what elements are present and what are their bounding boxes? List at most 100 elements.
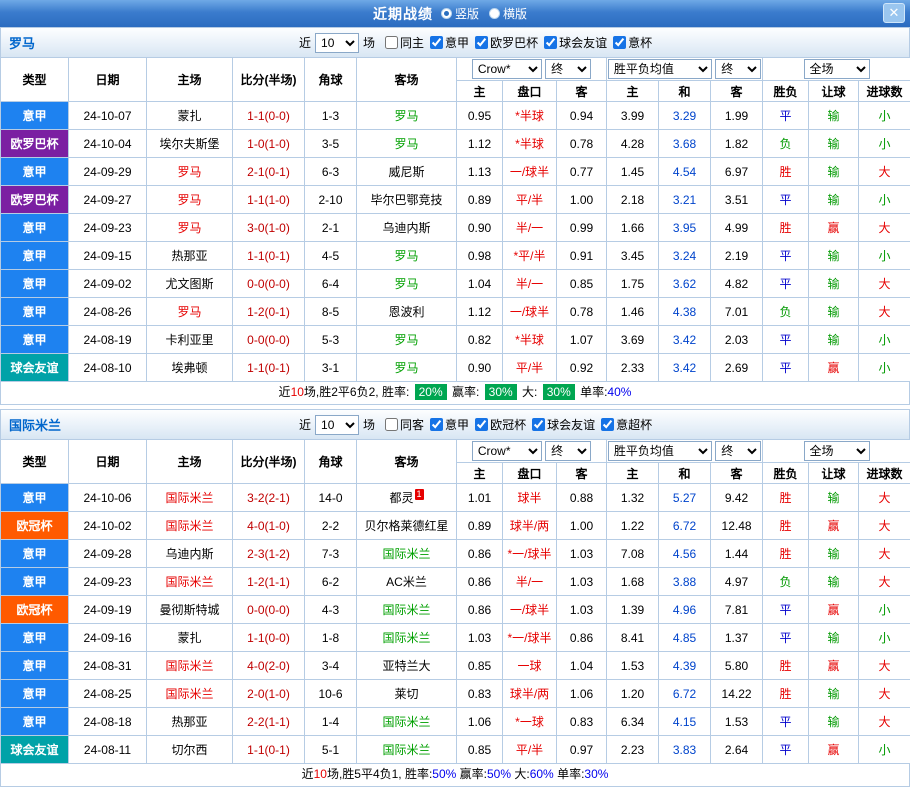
away-team: 威尼斯 <box>388 165 424 179</box>
handicap-result: 输 <box>809 242 859 270</box>
filter-checkbox-input[interactable] <box>475 418 488 431</box>
match-row[interactable]: 意甲 24-08-25 国际米兰 2-0(1-0) 10-6 莱切 0.83 球… <box>1 680 910 708</box>
filter-checkbox[interactable]: 同客 <box>385 416 424 433</box>
avg-source-select[interactable]: 胜平负均值 <box>608 59 712 79</box>
match-row[interactable]: 意甲 24-09-28 乌迪内斯 2-3(1-2) 7-3 国际米兰 0.86 … <box>1 540 910 568</box>
handicap-value: 半/一 <box>503 568 557 596</box>
filter-checkbox-input[interactable] <box>385 36 398 49</box>
avg-source-select[interactable]: 胜平负均值 <box>608 441 712 461</box>
filter-checkbox-input[interactable] <box>532 418 545 431</box>
filter-checkbox-input[interactable] <box>475 36 488 49</box>
radio-label-text: 竖版 <box>455 5 479 22</box>
odds-home-value: 0.82 <box>457 326 503 354</box>
recent-count-select[interactable]: 10 <box>315 33 359 53</box>
red-card-badge: 1 <box>415 489 424 500</box>
match-date: 24-08-10 <box>69 354 147 382</box>
match-row[interactable]: 意甲 24-09-02 尤文图斯 0-0(0-0) 6-4 罗马 1.04 半/… <box>1 270 910 298</box>
match-type-badge: 意甲 <box>1 680 69 708</box>
filter-checkbox-input[interactable] <box>544 36 557 49</box>
close-button[interactable]: ✕ <box>883 3 905 23</box>
radio-dot-icon[interactable] <box>489 8 500 19</box>
odds-group-header: Crow* 终 <box>457 440 607 463</box>
over-under-result: 大 <box>859 708 910 736</box>
match-row[interactable]: 意甲 24-10-06 国际米兰 3-2(2-1) 14-0 都灵1 1.01 … <box>1 484 910 512</box>
result-wdl: 平 <box>763 624 809 652</box>
handicap-value: *半球 <box>503 130 557 158</box>
match-row[interactable]: 欧罗巴杯 24-10-04 埃尔夫斯堡 1-0(1-0) 3-5 罗马 1.12… <box>1 130 910 158</box>
col-header-score: 比分(半场) <box>233 440 305 484</box>
match-row[interactable]: 球会友谊 24-08-11 切尔西 1-1(0-1) 5-1 国际米兰 0.85… <box>1 736 910 764</box>
over-under-result: 小 <box>859 354 910 382</box>
over-under-result: 小 <box>859 596 910 624</box>
match-row[interactable]: 欧罗巴杯 24-09-27 罗马 1-1(1-0) 2-10 毕尔巴鄂竞技 0.… <box>1 186 910 214</box>
match-row[interactable]: 意甲 24-08-18 热那亚 2-2(1-1) 1-4 国际米兰 1.06 *… <box>1 708 910 736</box>
corner-count: 4-5 <box>305 242 357 270</box>
avg-home-value: 2.18 <box>607 186 659 214</box>
over-under-result: 大 <box>859 298 910 326</box>
filter-checkbox[interactable]: 意甲 <box>430 416 469 433</box>
handicap-result: 输 <box>809 540 859 568</box>
avg-away-value: 9.42 <box>711 484 763 512</box>
avg-draw-value: 3.42 <box>659 326 711 354</box>
filter-checkbox[interactable]: 球会友谊 <box>532 416 595 433</box>
odds-source-select[interactable]: Crow* <box>472 59 542 79</box>
subheader-handicap-result: 让球 <box>809 81 859 102</box>
subheader-avg-home: 主 <box>607 463 659 484</box>
away-team: 国际米兰 <box>382 547 430 561</box>
filter-checkbox[interactable]: 意超杯 <box>601 416 652 433</box>
filter-checkbox[interactable]: 球会友谊 <box>544 34 607 51</box>
radio-dot-icon[interactable] <box>441 8 452 19</box>
match-row[interactable]: 欧冠杯 24-09-19 曼彻斯特城 0-0(0-0) 4-3 国际米兰 0.8… <box>1 596 910 624</box>
filter-checkbox-input[interactable] <box>613 36 626 49</box>
layout-radio-horizontal[interactable]: 横版 <box>489 5 527 22</box>
recent-count-select[interactable]: 10 <box>315 415 359 435</box>
filter-checkbox-input[interactable] <box>385 418 398 431</box>
result-wdl: 胜 <box>763 158 809 186</box>
match-row[interactable]: 意甲 24-09-29 罗马 2-1(0-1) 6-3 威尼斯 1.13 一/球… <box>1 158 910 186</box>
match-row[interactable]: 意甲 24-09-23 国际米兰 1-2(1-1) 6-2 AC米兰 0.86 … <box>1 568 910 596</box>
match-score: 1-1(0-1) <box>233 354 305 382</box>
match-date: 24-10-06 <box>69 484 147 512</box>
avg-draw-value: 4.54 <box>659 158 711 186</box>
match-row[interactable]: 意甲 24-08-19 卡利亚里 0-0(0-0) 5-3 罗马 0.82 *半… <box>1 326 910 354</box>
layout-radio-vertical[interactable]: 竖版 <box>441 5 479 22</box>
away-team: 国际米兰 <box>382 743 430 757</box>
match-score: 0-0(0-0) <box>233 270 305 298</box>
odds-final-select[interactable]: 终 <box>545 441 591 461</box>
result-wdl: 平 <box>763 736 809 764</box>
filter-checkbox-input[interactable] <box>430 418 443 431</box>
filter-checkbox[interactable]: 欧罗巴杯 <box>475 34 538 51</box>
match-row[interactable]: 欧冠杯 24-10-02 国际米兰 4-0(1-0) 2-2 贝尔格莱德红星 0… <box>1 512 910 540</box>
filter-checkbox[interactable]: 同主 <box>385 34 424 51</box>
scope-select[interactable]: 全场 <box>804 59 870 79</box>
avg-final-select[interactable]: 终 <box>715 59 761 79</box>
odds-source-select[interactable]: Crow* <box>472 441 542 461</box>
matches-table: 类型 日期 主场 比分(半场) 角球 客场 Crow* 终 <box>0 439 910 764</box>
filter-checkbox[interactable]: 意杯 <box>613 34 652 51</box>
avg-draw-value: 3.24 <box>659 242 711 270</box>
filter-checkbox[interactable]: 意甲 <box>430 34 469 51</box>
match-row[interactable]: 意甲 24-09-16 蒙扎 1-1(0-0) 1-8 国际米兰 1.03 *一… <box>1 624 910 652</box>
handicap-value: *半球 <box>503 326 557 354</box>
home-team: 埃尔夫斯堡 <box>147 130 233 158</box>
subheader-handicap-result: 让球 <box>809 463 859 484</box>
filter-checkbox-input[interactable] <box>601 418 614 431</box>
match-row[interactable]: 意甲 24-08-26 罗马 1-2(0-1) 8-5 恩波利 1.12 一/球… <box>1 298 910 326</box>
match-row[interactable]: 意甲 24-08-31 国际米兰 4-0(2-0) 3-4 亚特兰大 0.85 … <box>1 652 910 680</box>
avg-draw-value: 6.72 <box>659 512 711 540</box>
scope-select[interactable]: 全场 <box>804 441 870 461</box>
match-row[interactable]: 意甲 24-10-07 蒙扎 1-1(0-0) 1-3 罗马 0.95 *半球 … <box>1 102 910 130</box>
match-score: 3-0(1-0) <box>233 214 305 242</box>
col-header-home: 主场 <box>147 58 233 102</box>
avg-final-select[interactable]: 终 <box>715 441 761 461</box>
match-row[interactable]: 球会友谊 24-08-10 埃弗顿 1-1(0-1) 3-1 罗马 0.90 平… <box>1 354 910 382</box>
odds-home-value: 1.12 <box>457 298 503 326</box>
filter-checkbox[interactable]: 欧冠杯 <box>475 416 526 433</box>
matches-tbody: 意甲 24-10-07 蒙扎 1-1(0-0) 1-3 罗马 0.95 *半球 … <box>1 102 910 382</box>
odds-final-select[interactable]: 终 <box>545 59 591 79</box>
match-row[interactable]: 意甲 24-09-23 罗马 3-0(1-0) 2-1 乌迪内斯 0.90 半/… <box>1 214 910 242</box>
filter-checkbox-input[interactable] <box>430 36 443 49</box>
match-row[interactable]: 意甲 24-09-15 热那亚 1-1(0-1) 4-5 罗马 0.98 *平/… <box>1 242 910 270</box>
col-header-home: 主场 <box>147 440 233 484</box>
avg-draw-value: 3.29 <box>659 102 711 130</box>
